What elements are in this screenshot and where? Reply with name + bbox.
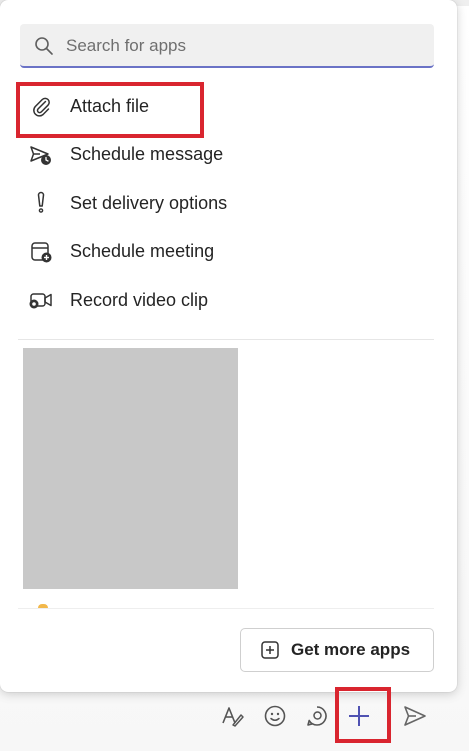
menu-item-label: Attach file — [70, 95, 150, 116]
search-box[interactable] — [20, 24, 434, 68]
add-apps-button[interactable] — [343, 702, 375, 734]
app-placeholder-image[interactable] — [23, 348, 238, 589]
menu-item-record-video-clip[interactable]: Record video clip — [16, 276, 436, 325]
format-icon — [219, 703, 245, 734]
menu-item-label: Schedule message — [70, 144, 224, 165]
plus-icon — [347, 704, 371, 733]
add-square-icon — [261, 641, 279, 659]
menu-item-label: Record video clip — [70, 289, 209, 310]
format-button[interactable] — [216, 702, 248, 734]
video-record-icon — [28, 287, 54, 313]
menu-item-label: Schedule meeting — [70, 241, 215, 262]
loop-button[interactable] — [301, 702, 333, 734]
get-more-apps-button[interactable]: Get more apps — [240, 628, 434, 672]
teams-compose-page: Attach file Schedule message — [0, 0, 469, 751]
menu-item-set-delivery-options[interactable]: Set delivery options — [16, 179, 436, 228]
menu-item-label: Set delivery options — [70, 192, 228, 213]
exclamation-icon — [28, 190, 54, 216]
menu-item-schedule-meeting[interactable]: Schedule meeting — [16, 228, 436, 277]
get-more-apps-label: Get more apps — [291, 640, 411, 659]
apps-flyout: Attach file Schedule message — [0, 0, 457, 692]
search-icon — [34, 36, 54, 56]
divider — [18, 339, 434, 340]
menu-item-attach-file[interactable]: Attach file — [16, 82, 436, 131]
calendar-add-icon — [28, 239, 54, 265]
send-clock-icon — [28, 142, 54, 168]
emoji-button[interactable] — [259, 702, 291, 734]
search-input[interactable] — [64, 32, 428, 60]
paperclip-icon — [28, 93, 54, 119]
send-button[interactable] — [399, 702, 431, 734]
send-icon — [402, 704, 428, 733]
emoji-icon — [263, 704, 287, 733]
divider — [18, 608, 434, 609]
menu-list: Attach file Schedule message Set deliver… — [16, 82, 436, 325]
loop-icon — [305, 704, 329, 733]
menu-item-schedule-message[interactable]: Schedule message — [16, 131, 436, 180]
compose-toolbar — [0, 692, 469, 751]
